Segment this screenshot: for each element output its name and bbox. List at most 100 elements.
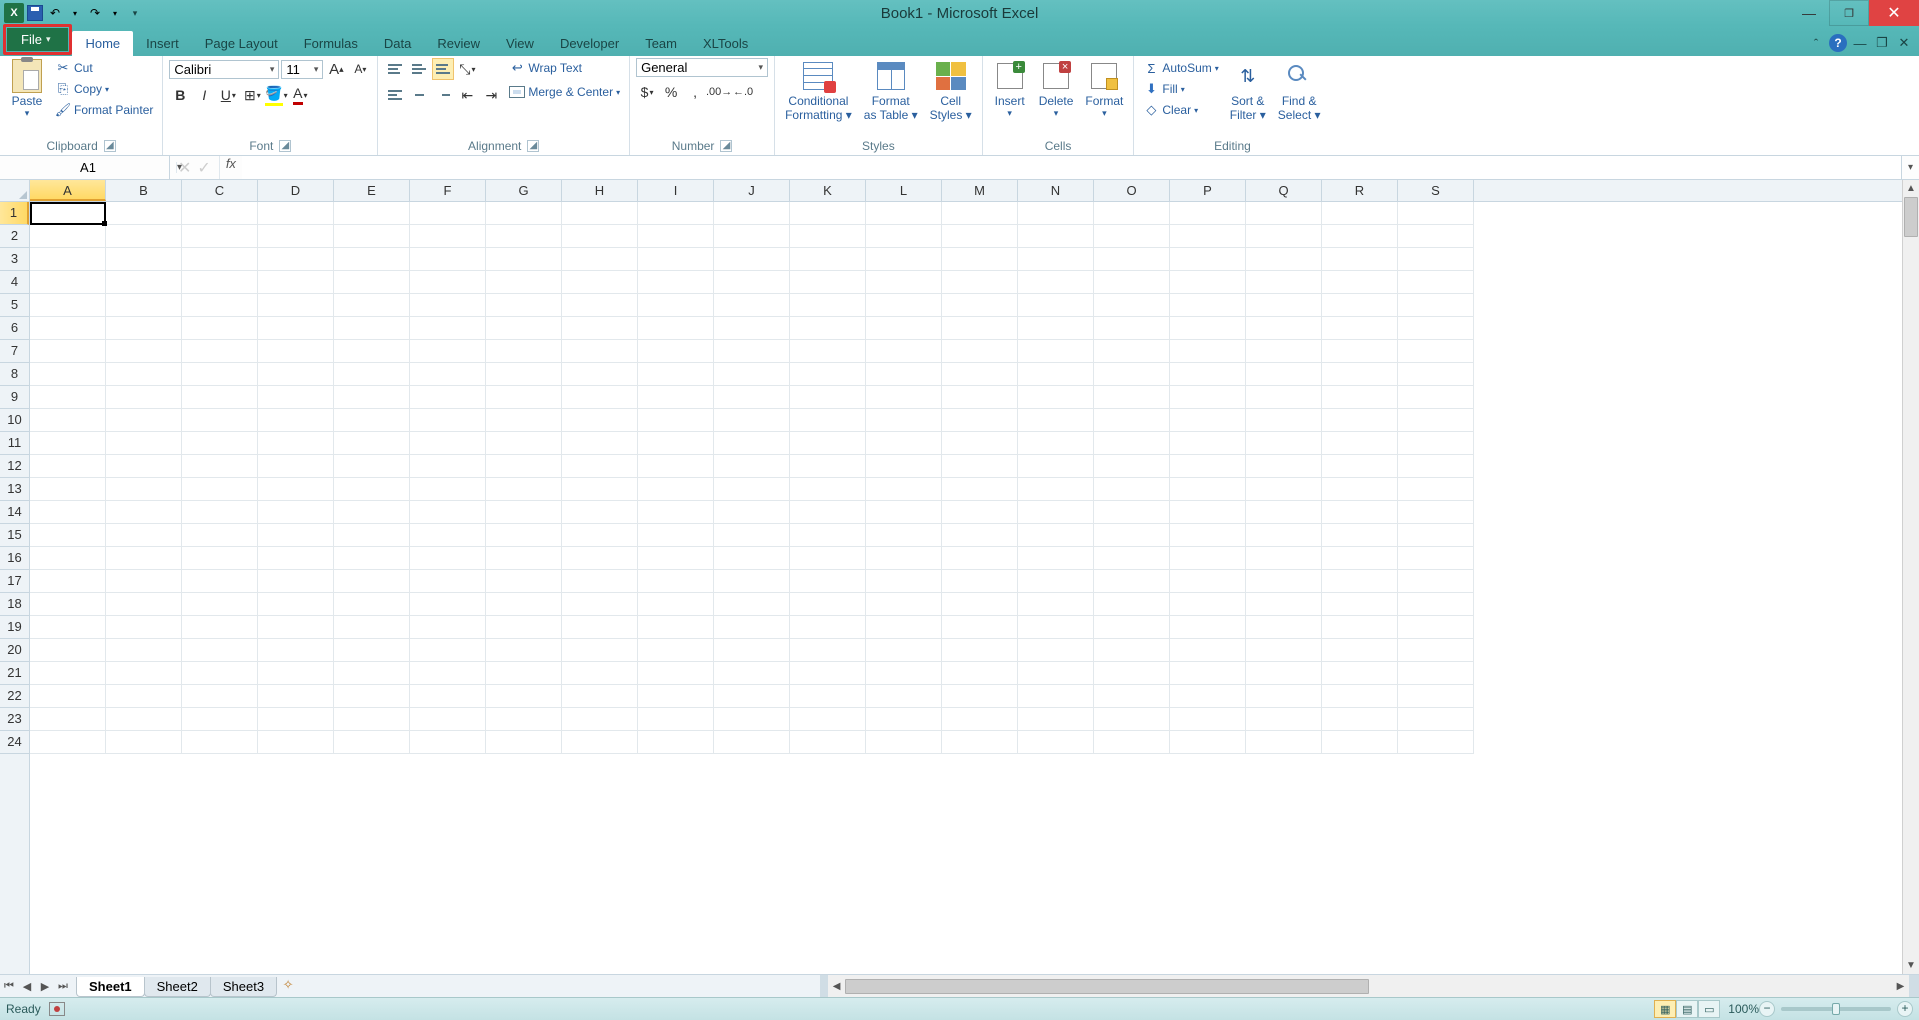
row-header[interactable]: 6: [0, 317, 29, 340]
cell[interactable]: [1018, 225, 1094, 248]
cell[interactable]: [106, 432, 182, 455]
cell[interactable]: [1322, 616, 1398, 639]
column-header[interactable]: G: [486, 180, 562, 201]
vertical-scrollbar[interactable]: ▲ ▼: [1902, 180, 1919, 974]
cell[interactable]: [638, 386, 714, 409]
cell[interactable]: [1018, 685, 1094, 708]
decrease-font-button[interactable]: A▾: [349, 58, 371, 80]
cell[interactable]: [1018, 340, 1094, 363]
cell[interactable]: [638, 570, 714, 593]
cell[interactable]: [1398, 271, 1474, 294]
cell[interactable]: [1398, 501, 1474, 524]
cell[interactable]: [790, 340, 866, 363]
cell[interactable]: [562, 593, 638, 616]
cell[interactable]: [790, 455, 866, 478]
cell[interactable]: [486, 501, 562, 524]
cell[interactable]: [562, 432, 638, 455]
cell[interactable]: [30, 294, 106, 317]
increase-font-button[interactable]: A▴: [325, 58, 347, 80]
cell[interactable]: [1246, 455, 1322, 478]
cell[interactable]: [1094, 547, 1170, 570]
cell[interactable]: [1322, 340, 1398, 363]
increase-decimal-button[interactable]: .00→: [708, 81, 730, 103]
cell[interactable]: [1094, 432, 1170, 455]
cell[interactable]: [30, 593, 106, 616]
cancel-formula-icon[interactable]: ✕: [178, 158, 191, 178]
cell[interactable]: [790, 225, 866, 248]
column-header[interactable]: N: [1018, 180, 1094, 201]
cell[interactable]: [638, 271, 714, 294]
cell[interactable]: [334, 386, 410, 409]
cell[interactable]: [106, 248, 182, 271]
cell[interactable]: [30, 386, 106, 409]
cell[interactable]: [866, 524, 942, 547]
cell[interactable]: [30, 685, 106, 708]
cell[interactable]: [638, 501, 714, 524]
cell[interactable]: [182, 317, 258, 340]
cell[interactable]: [790, 524, 866, 547]
cell[interactable]: [1246, 248, 1322, 271]
cell[interactable]: [334, 248, 410, 271]
comma-format-button[interactable]: ,: [684, 81, 706, 103]
cell[interactable]: [106, 478, 182, 501]
cell[interactable]: [866, 616, 942, 639]
cell[interactable]: [334, 593, 410, 616]
cell[interactable]: [486, 294, 562, 317]
cell[interactable]: [1094, 202, 1170, 225]
cell[interactable]: [1322, 455, 1398, 478]
cell[interactable]: [790, 409, 866, 432]
cell[interactable]: [1398, 731, 1474, 754]
cell[interactable]: [258, 225, 334, 248]
cell[interactable]: [866, 455, 942, 478]
cell[interactable]: [106, 294, 182, 317]
cell[interactable]: [486, 685, 562, 708]
cell[interactable]: [562, 616, 638, 639]
borders-button[interactable]: ⊞▾: [241, 84, 263, 106]
cell[interactable]: [942, 570, 1018, 593]
cell[interactable]: [410, 662, 486, 685]
cell[interactable]: [790, 616, 866, 639]
cell[interactable]: [638, 409, 714, 432]
cell[interactable]: [410, 731, 486, 754]
column-header[interactable]: L: [866, 180, 942, 201]
cell[interactable]: [1018, 731, 1094, 754]
page-break-view-button[interactable]: ▭: [1698, 1000, 1720, 1018]
cell[interactable]: [638, 731, 714, 754]
delete-cells-button[interactable]: Delete▾: [1035, 58, 1078, 121]
cell[interactable]: [714, 317, 790, 340]
column-header[interactable]: R: [1322, 180, 1398, 201]
cell[interactable]: [30, 225, 106, 248]
cell[interactable]: [1398, 547, 1474, 570]
cell[interactable]: [1170, 685, 1246, 708]
cell[interactable]: [258, 570, 334, 593]
cell[interactable]: [258, 593, 334, 616]
name-box-input[interactable]: [0, 160, 176, 175]
cell[interactable]: [866, 570, 942, 593]
font-size-combo[interactable]: 11▾: [281, 60, 323, 79]
cell[interactable]: [1322, 570, 1398, 593]
cell[interactable]: [486, 225, 562, 248]
cell[interactable]: [1322, 363, 1398, 386]
cell[interactable]: [562, 248, 638, 271]
cell[interactable]: [1246, 225, 1322, 248]
cell[interactable]: [866, 432, 942, 455]
cell[interactable]: [866, 708, 942, 731]
cell[interactable]: [942, 294, 1018, 317]
cell[interactable]: [334, 662, 410, 685]
cell[interactable]: [182, 593, 258, 616]
cell[interactable]: [334, 363, 410, 386]
cell[interactable]: [638, 363, 714, 386]
cell[interactable]: [1094, 455, 1170, 478]
cell[interactable]: [1094, 662, 1170, 685]
cell[interactable]: [1018, 662, 1094, 685]
cell[interactable]: [334, 547, 410, 570]
cell[interactable]: [942, 547, 1018, 570]
cell[interactable]: [334, 570, 410, 593]
align-top-button[interactable]: [384, 58, 406, 80]
cell[interactable]: [30, 202, 106, 225]
cell[interactable]: [1018, 501, 1094, 524]
cell[interactable]: [334, 432, 410, 455]
cell[interactable]: [1246, 547, 1322, 570]
cell[interactable]: [1398, 524, 1474, 547]
cell[interactable]: [714, 708, 790, 731]
